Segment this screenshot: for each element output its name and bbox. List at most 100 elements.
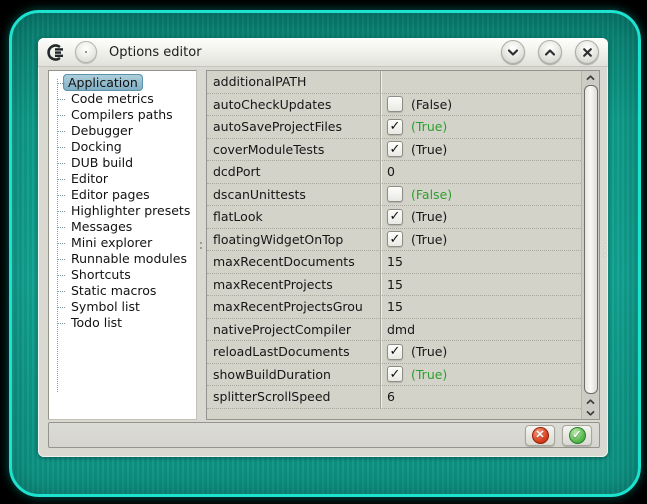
checkbox-checked-icon[interactable]: ✓ bbox=[387, 141, 403, 157]
checkbox-unchecked-icon[interactable] bbox=[387, 96, 403, 112]
app-logo-icon bbox=[47, 44, 67, 61]
property-value-cell[interactable]: ✓(True) bbox=[380, 364, 581, 386]
tree-item-compilers-paths[interactable]: Compilers paths bbox=[49, 107, 196, 123]
tree-item-label: Docking bbox=[67, 138, 126, 155]
accept-button[interactable]: ✓ bbox=[562, 425, 592, 446]
checkbox-checked-icon[interactable]: ✓ bbox=[387, 366, 403, 382]
window-menu-button[interactable] bbox=[75, 41, 97, 63]
tree-item-dub-build[interactable]: DUB build bbox=[49, 155, 196, 171]
property-row-autosaveprojectfiles[interactable]: autoSaveProjectFiles✓(True) bbox=[207, 116, 581, 139]
tree-item-label: Symbol list bbox=[67, 298, 144, 315]
panel-splitter[interactable] bbox=[197, 70, 206, 420]
property-value-cell[interactable]: ✓ (True) bbox=[380, 229, 581, 251]
property-row-maxrecentdocuments[interactable]: maxRecentDocuments15 bbox=[207, 251, 581, 274]
property-name: floatingWidgetOnTop bbox=[207, 229, 380, 251]
property-row-covermoduletests[interactable]: coverModuleTests ✓ (True) bbox=[207, 139, 581, 162]
chevron-down-icon bbox=[586, 410, 595, 416]
property-row-additionalpath[interactable]: additionalPATH bbox=[207, 71, 581, 94]
tree-item-label: Application bbox=[63, 74, 143, 91]
property-value-cell[interactable]: ✓(True) bbox=[380, 116, 581, 138]
property-value-cell[interactable]: 15 bbox=[380, 296, 581, 318]
vertical-scrollbar[interactable] bbox=[581, 71, 599, 419]
tree-item-todo-list[interactable]: Todo list bbox=[49, 315, 196, 331]
property-value-cell[interactable]: (False) bbox=[380, 94, 581, 116]
property-value-text: (True) bbox=[411, 142, 447, 157]
tree-item-label: DUB build bbox=[67, 154, 137, 171]
property-name: nativeProjectCompiler bbox=[207, 319, 380, 341]
splitter-grip bbox=[200, 242, 202, 244]
property-value-text: (True) bbox=[411, 232, 447, 247]
tree-item-debugger[interactable]: Debugger bbox=[49, 123, 196, 139]
tree-item-symbol-list[interactable]: Symbol list bbox=[49, 299, 196, 315]
property-value-cell[interactable]: 15 bbox=[380, 274, 581, 296]
checkbox-checked-icon[interactable]: ✓ bbox=[387, 344, 403, 360]
property-row-showbuildduration[interactable]: showBuildDuration✓(True) bbox=[207, 364, 581, 387]
close-icon bbox=[583, 48, 592, 57]
property-name: coverModuleTests bbox=[207, 139, 380, 161]
property-value-cell[interactable]: ✓(True) bbox=[380, 206, 581, 228]
property-row-floatingwidgetontop[interactable]: floatingWidgetOnTop ✓ (True) bbox=[207, 229, 581, 252]
property-value-cell[interactable]: 15 bbox=[380, 251, 581, 273]
scroll-up-button[interactable] bbox=[586, 72, 595, 83]
scrollbar-thumb[interactable] bbox=[584, 85, 598, 394]
tree-item-application[interactable]: Application bbox=[49, 75, 196, 91]
property-row-maxrecentprojectsgrou[interactable]: maxRecentProjectsGrou15 bbox=[207, 296, 581, 319]
maximize-button[interactable] bbox=[538, 40, 562, 64]
tree-item-code-metrics[interactable]: Code metrics bbox=[49, 91, 196, 107]
property-value-cell[interactable]: 6 bbox=[380, 386, 581, 408]
tree-item-label: Editor pages bbox=[67, 186, 154, 203]
checkbox-checked-icon[interactable]: ✓ bbox=[387, 231, 403, 247]
property-row-maxrecentprojects[interactable]: maxRecentProjects15 bbox=[207, 274, 581, 297]
property-name: showBuildDuration bbox=[207, 364, 380, 386]
property-row-autocheckupdates[interactable]: autoCheckUpdates(False) bbox=[207, 94, 581, 117]
property-row-dscanunittests[interactable]: dscanUnittests(False) bbox=[207, 184, 581, 207]
property-row-splitterscrollspeed[interactable]: splitterScrollSpeed6 bbox=[207, 386, 581, 409]
tree-item-static-macros[interactable]: Static macros bbox=[49, 283, 196, 299]
property-value-text: (False) bbox=[411, 97, 452, 112]
property-value-text: (True) bbox=[411, 344, 447, 359]
tree-item-editor-pages[interactable]: Editor pages bbox=[49, 187, 196, 203]
scroll-up-button-2[interactable] bbox=[586, 396, 595, 407]
tree-item-runnable-modules[interactable]: Runnable modules bbox=[49, 251, 196, 267]
tree-item-label: Runnable modules bbox=[67, 250, 191, 267]
checkbox-checked-icon[interactable]: ✓ bbox=[387, 209, 403, 225]
tree-item-docking[interactable]: Docking bbox=[49, 139, 196, 155]
property-row-nativeprojectcompiler[interactable]: nativeProjectCompilerdmd bbox=[207, 319, 581, 342]
tree-item-label: Mini explorer bbox=[67, 234, 156, 251]
property-rows: additionalPATHautoCheckUpdates(False)aut… bbox=[207, 71, 581, 419]
tree-item-editor[interactable]: Editor bbox=[49, 171, 196, 187]
property-value-text: 15 bbox=[387, 254, 403, 269]
tree-item-mini-explorer[interactable]: Mini explorer bbox=[49, 235, 196, 251]
tree-item-highlighter-presets[interactable]: Highlighter presets bbox=[49, 203, 196, 219]
options-tree[interactable]: ApplicationCode metricsCompilers pathsDe… bbox=[48, 70, 197, 420]
scroll-down-button[interactable] bbox=[586, 407, 595, 418]
property-row-reloadlastdocuments[interactable]: reloadLastDocuments✓(True) bbox=[207, 341, 581, 364]
checkbox-unchecked-icon[interactable] bbox=[387, 186, 403, 202]
close-button[interactable] bbox=[575, 40, 599, 64]
tree-item-shortcuts[interactable]: Shortcuts bbox=[49, 267, 196, 283]
property-value-cell[interactable]: 0 bbox=[380, 161, 581, 183]
resize-grip[interactable] bbox=[604, 244, 606, 259]
cancel-button[interactable]: ✕ bbox=[525, 425, 555, 446]
window-title: Options editor bbox=[109, 45, 202, 60]
titlebar[interactable]: Options editor bbox=[38, 38, 608, 67]
property-row-dcdport[interactable]: dcdPort0 bbox=[207, 161, 581, 184]
property-value-cell[interactable] bbox=[380, 71, 581, 93]
property-row-flatlook[interactable]: flatLook✓(True) bbox=[207, 206, 581, 229]
tree-item-label: Debugger bbox=[67, 122, 137, 139]
checkbox-checked-icon[interactable]: ✓ bbox=[387, 119, 403, 135]
property-grid: additionalPATHautoCheckUpdates(False)aut… bbox=[206, 70, 600, 420]
property-value-cell[interactable]: ✓ (True) bbox=[380, 139, 581, 161]
property-value-cell[interactable]: (False) bbox=[380, 184, 581, 206]
chevron-up-icon bbox=[586, 399, 595, 405]
tree-item-messages[interactable]: Messages bbox=[49, 219, 196, 235]
property-name: maxRecentProjects bbox=[207, 274, 380, 296]
property-name: additionalPATH bbox=[207, 71, 380, 93]
minimize-button[interactable] bbox=[501, 40, 525, 64]
content-area: ApplicationCode metricsCompilers pathsDe… bbox=[38, 67, 608, 420]
property-value-text: (False) bbox=[411, 187, 452, 202]
property-value-text: 15 bbox=[387, 299, 403, 314]
tree-item-label: Todo list bbox=[67, 314, 126, 331]
property-value-cell[interactable]: dmd bbox=[380, 319, 581, 341]
property-value-cell[interactable]: ✓ (True) bbox=[380, 341, 581, 363]
